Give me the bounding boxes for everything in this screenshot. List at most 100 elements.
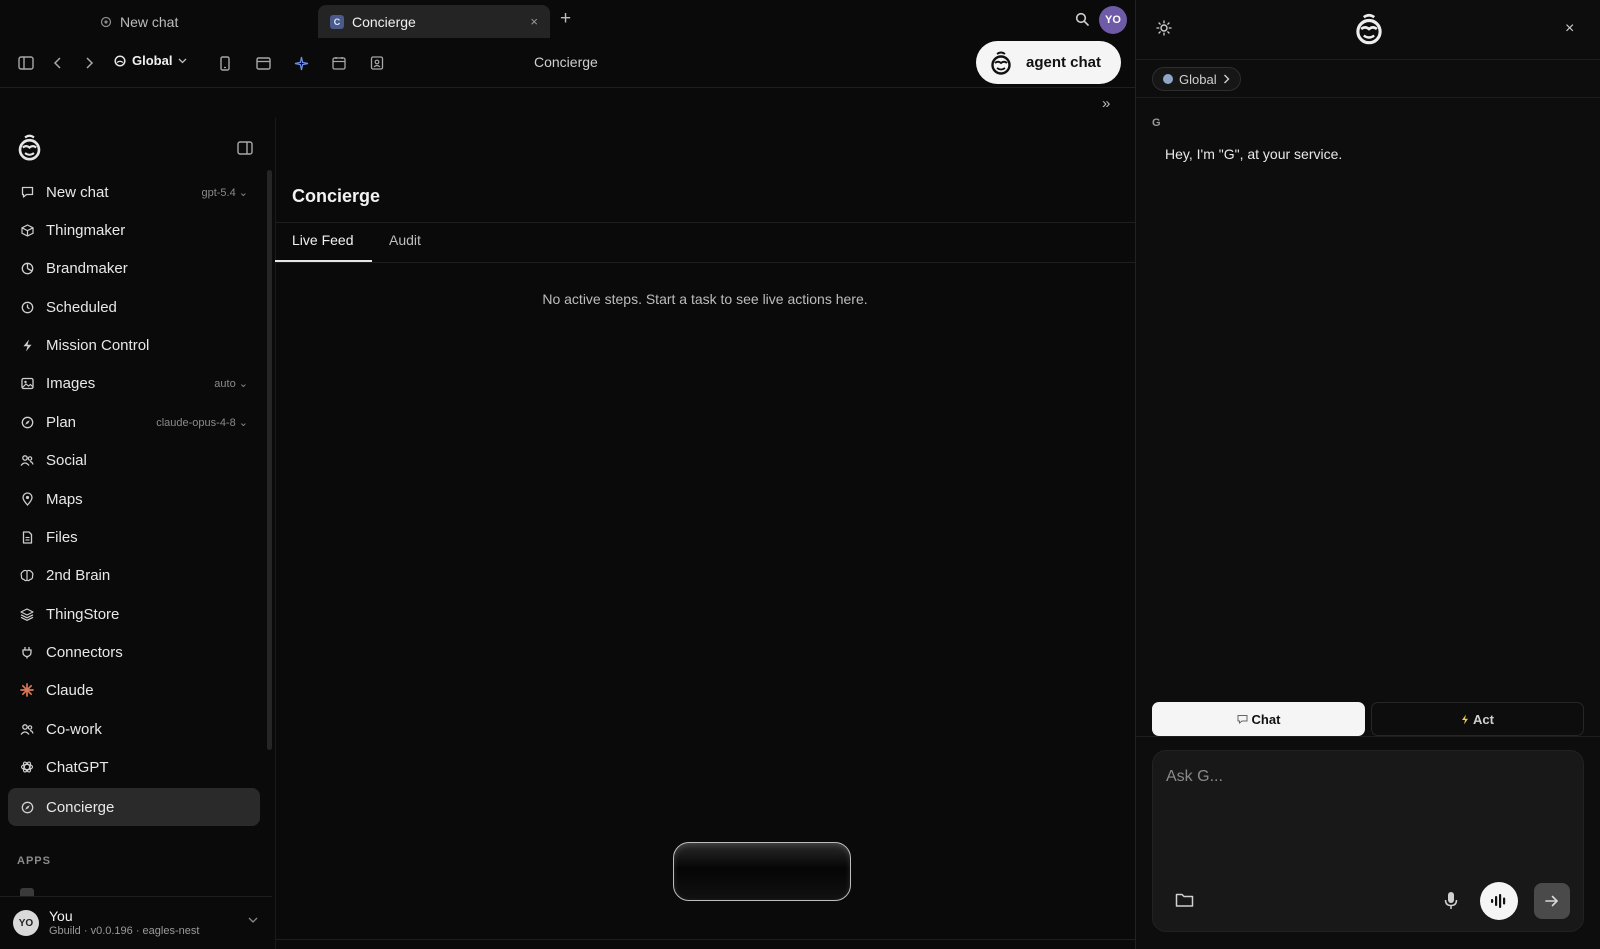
g-logo-icon (1352, 12, 1386, 46)
mode-chat-button[interactable]: Chat (1152, 702, 1365, 736)
folder-icon[interactable] (1175, 892, 1194, 908)
expand-panel-icon[interactable]: » (1102, 95, 1110, 112)
voice-mode-button[interactable] (1480, 882, 1518, 920)
sidebar-item-label: Concierge (46, 798, 115, 816)
sidebar-item-scheduled[interactable]: Scheduled (8, 288, 260, 326)
assistant-message: Hey, I'm "G", at your service. (1165, 146, 1343, 162)
sidebar-item-label: New chat (46, 183, 109, 201)
compass-icon (20, 800, 34, 814)
mode-act-label: Act (1473, 711, 1494, 727)
chevron-down-icon: ⌄ (238, 377, 248, 390)
search-icon[interactable] (1075, 12, 1089, 26)
sidebar-item-label: ThingStore (46, 605, 120, 623)
sidebar-item-files[interactable]: Files (8, 518, 260, 556)
calendar-icon[interactable] (328, 52, 350, 74)
send-button[interactable] (1534, 883, 1570, 919)
sidebar-scrollbar[interactable] (267, 170, 272, 750)
ask-input[interactable] (1166, 762, 1566, 792)
model-label: auto (214, 377, 236, 390)
user-avatar[interactable]: YO (1099, 6, 1127, 34)
bolt-icon (1461, 714, 1469, 725)
speech-bubble-icon (1237, 714, 1248, 724)
sidebar-toggle-icon[interactable] (15, 52, 37, 74)
sidebar-item-label: Scheduled (46, 298, 117, 316)
model-select[interactable]: gpt-5.4 ⌄ (201, 186, 248, 199)
people-icon (20, 722, 34, 736)
sidebar-item-concierge[interactable]: Concierge (8, 788, 260, 826)
back-icon[interactable] (47, 52, 69, 74)
sidebar-item-mission-control[interactable]: Mission Control (8, 326, 260, 364)
tab-concierge[interactable]: C Concierge × (318, 5, 550, 38)
sidebar-item-brandmaker[interactable]: Brandmaker (8, 249, 260, 287)
workspace-chip[interactable]: Global (1152, 67, 1241, 91)
forward-icon[interactable] (78, 52, 100, 74)
new-tab-button[interactable]: + (560, 8, 571, 30)
sidebar-item-claude[interactable]: Claude (8, 671, 260, 709)
sidebar-item-plan[interactable]: Plan claude-opus-4-8 ⌄ (8, 403, 260, 441)
sidebar-item-label: Files (46, 528, 78, 546)
tab-close-icon[interactable]: × (530, 14, 538, 29)
sidebar-item-label: Claude (46, 681, 94, 699)
sparkle-icon[interactable] (290, 52, 312, 74)
mobile-view-icon[interactable] (214, 52, 236, 74)
tab-new-chat[interactable]: New chat (88, 5, 308, 38)
mode-chat-label: Chat (1251, 711, 1281, 727)
model-label: claude-opus-4-8 (156, 416, 236, 429)
page-title: Concierge (292, 186, 381, 206)
model-select[interactable]: claude-opus-4-8 ⌄ (156, 416, 248, 429)
sidebar-item-thingstore[interactable]: ThingStore (8, 595, 260, 633)
microphone-icon[interactable] (1444, 891, 1458, 910)
plug-icon (20, 645, 34, 659)
arrow-right-icon (1545, 895, 1559, 907)
sidebar-item-thingmaker[interactable]: Thingmaker (8, 211, 260, 249)
pin-icon (20, 492, 34, 506)
floating-action-button[interactable] (673, 842, 851, 901)
sidebar-item-label: Mission Control (46, 336, 150, 354)
sidebar-item-maps[interactable]: Maps (8, 480, 260, 518)
chevron-down-icon[interactable] (248, 917, 258, 924)
sidebar-item-co-work[interactable]: Co-work (8, 710, 260, 748)
g-logo-icon (988, 50, 1014, 76)
concierge-favicon-icon: C (330, 14, 344, 29)
sidebar-item-images[interactable]: Images auto ⌄ (8, 364, 260, 402)
contact-card-icon[interactable] (366, 52, 388, 74)
workspace-label: Global (132, 53, 173, 68)
tab-live-feed[interactable]: Live Feed (292, 232, 353, 248)
chevron-down-icon (178, 58, 187, 64)
tab-audit[interactable]: Audit (389, 232, 421, 248)
globe-icon (1163, 74, 1173, 84)
sidebar-item-label: Images (46, 374, 96, 392)
app-logo-icon[interactable] (15, 133, 44, 162)
tab-label: New chat (120, 13, 179, 30)
sidebar-item-label: Brandmaker (46, 259, 128, 277)
browser-view-icon[interactable] (252, 52, 274, 74)
chevron-down-icon: ⌄ (238, 416, 248, 429)
sidebar-item-label: Plan (46, 413, 77, 431)
theme-toggle-icon[interactable] (1156, 20, 1172, 36)
sidebar-item-new-chat[interactable]: New chat gpt-5.4 ⌄ (8, 173, 260, 211)
waveform-icon (1490, 893, 1508, 909)
sidebar-item-chatgpt[interactable]: ChatGPT (8, 748, 260, 786)
file-icon (20, 530, 34, 544)
sidebar-item-label: ChatGPT (46, 758, 109, 776)
bolt-icon (20, 338, 34, 352)
sidebar-item-label: Co-work (46, 720, 102, 738)
panel-divider (1136, 59, 1600, 60)
globe-icon (114, 54, 126, 67)
sidebar-item-social[interactable]: Social (8, 441, 260, 479)
sidebar-item-2nd-brain[interactable]: 2nd Brain (8, 556, 260, 594)
user-bar[interactable] (0, 896, 272, 949)
mode-act-button[interactable]: Act (1371, 702, 1584, 736)
openai-icon (20, 760, 34, 774)
model-select[interactable]: auto ⌄ (214, 377, 248, 390)
close-panel-icon[interactable]: × (1565, 20, 1574, 38)
workspace-select[interactable]: Global (114, 53, 187, 68)
collapse-sidebar-icon[interactable] (237, 141, 253, 155)
model-label: gpt-5.4 (201, 186, 236, 199)
clock-icon (20, 300, 34, 314)
apps-list-partial (20, 887, 140, 896)
agent-chat-button[interactable]: agent chat (976, 41, 1121, 84)
chat-tab-icon (100, 16, 112, 28)
active-tab-indicator (275, 260, 372, 262)
sidebar-item-connectors[interactable]: Connectors (8, 633, 260, 671)
